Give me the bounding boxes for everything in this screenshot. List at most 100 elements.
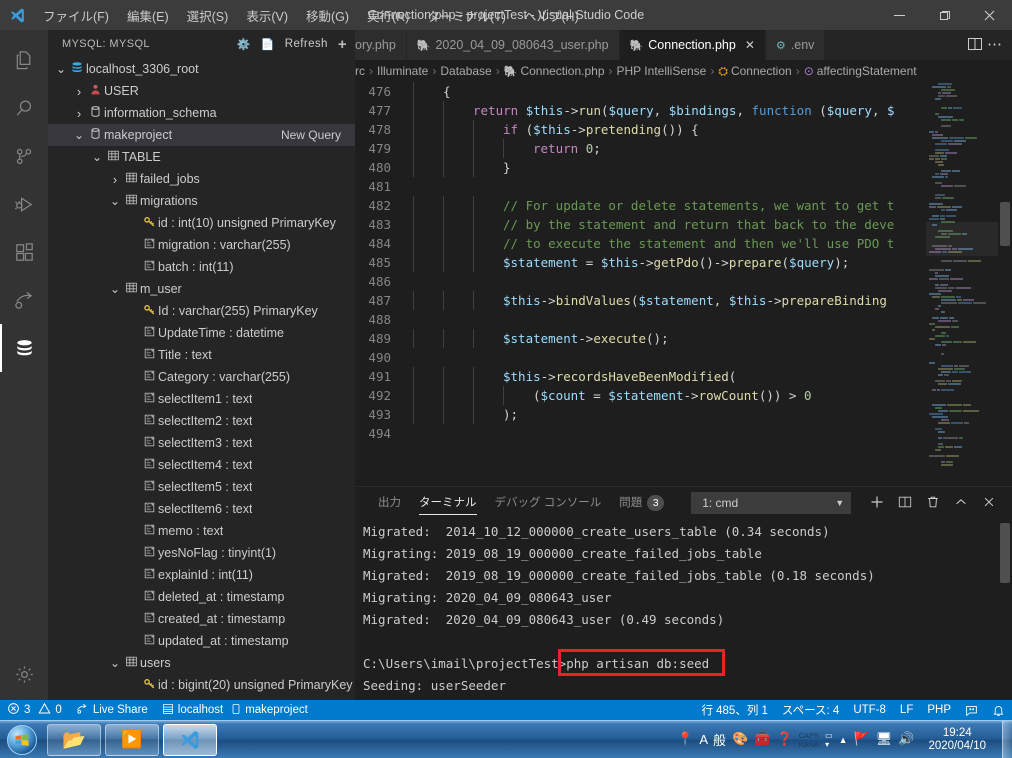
volume-icon[interactable]: 🔊 [898,732,914,747]
minimap[interactable] [926,82,998,486]
split-terminal-icon[interactable] [898,495,912,512]
chevron-right-icon[interactable]: › [108,172,122,187]
live-share-icon[interactable] [0,276,48,324]
collapse-panel-icon[interactable] [954,495,968,512]
tree-item[interactable]: › information_schema [48,102,355,124]
media-player-taskbar-button[interactable]: ▶️ [105,723,159,756]
close-panel-icon[interactable] [982,495,996,512]
chevron-down-icon[interactable]: ⌄ [54,62,68,76]
menu-run[interactable]: 実行(R) [358,2,418,29]
chevron-right-icon[interactable]: › [72,84,86,99]
chevron-down-icon[interactable]: ⌄ [72,128,86,142]
tab-env[interactable]: ⚙ .env [765,30,826,60]
show-hidden-icons-icon[interactable]: ▲ [839,735,848,745]
terminal-scrollbar-thumb[interactable] [1000,523,1010,583]
status-host[interactable]: localhost makeproject [155,700,315,720]
show-desktop-button[interactable] [1002,720,1012,758]
minimize-button[interactable] [877,0,922,30]
chevron-down-icon[interactable]: ⌄ [90,150,104,164]
more-actions-icon[interactable]: ⋯ [987,37,1002,52]
status-encoding[interactable]: UTF-8 [846,700,893,720]
tree-item[interactable]: Category : varchar(255) [48,366,355,388]
tree-item[interactable]: Id : varchar(255) PrimaryKey [48,300,355,322]
tree-item[interactable]: › failed_jobs [48,168,355,190]
tree-item[interactable]: batch : int(11) [48,256,355,278]
vscode-taskbar-button[interactable] [163,723,217,756]
tree-item[interactable]: selectItem2 : text [48,410,355,432]
explorer-taskbar-button[interactable]: 📂 [47,723,101,756]
database-icon[interactable] [0,324,48,372]
tree-item[interactable]: selectItem1 : text [48,388,355,410]
tree-item[interactable]: selectItem3 : text [48,432,355,454]
add-connection-button[interactable]: + [338,36,347,53]
tree-item[interactable]: yesNoFlag : tinyint(1) [48,542,355,564]
extensions-icon[interactable] [0,228,48,276]
kill-terminal-icon[interactable] [926,495,940,512]
explorer-icon[interactable] [0,36,48,84]
tree-item[interactable]: deleted_at : timestamp [48,586,355,608]
tree-item[interactable]: ⌄ users [48,652,355,674]
terminal-scrollbar[interactable] [998,519,1012,700]
menu-view[interactable]: 表示(V) [237,2,297,29]
breadcrumb-item-connection-class[interactable]: ⛭ Connection [718,64,791,79]
tree-item[interactable]: ⌄ m_user [48,278,355,300]
status-problems[interactable]: 3 0 [0,700,69,720]
tree-item[interactable]: Title : text [48,344,355,366]
tab-connection-php[interactable]: 🐘 Connection.php ✕ [619,30,766,60]
start-button[interactable] [2,723,42,757]
status-live-share[interactable]: Live Share [69,700,155,720]
refresh-button[interactable]: Refresh [285,38,328,50]
breadcrumb-item-affecting-statement[interactable]: ⊙ affectingStatement [804,64,917,78]
chevron-right-icon[interactable]: › [72,106,86,121]
status-indentation[interactable]: スペース: 4 [775,700,846,720]
tree-item[interactable]: id : bigint(20) unsigned PrimaryKey [48,674,355,696]
search-icon[interactable] [0,84,48,132]
editor-scrollbar-thumb[interactable] [1000,202,1010,246]
action-center-icon[interactable]: 🚩 [854,732,870,747]
tree-item[interactable]: updated_at : timestamp [48,630,355,652]
tree-item[interactable]: selectItem5 : text [48,476,355,498]
ime-expand-icon[interactable]: ▭ ▾ [825,731,833,749]
tab-ory-php[interactable]: ory.php [355,30,407,60]
ime-palette-icon[interactable]: 🎨 [732,732,748,747]
maximize-button[interactable] [922,0,967,30]
panel-tab-terminal[interactable]: ターミナル [410,487,486,519]
tree-item[interactable]: explainId : int(11) [48,564,355,586]
tree-item[interactable]: ⌄ localhost_3306_root [48,58,355,80]
menu-help[interactable]: ヘルプ(H) [515,2,588,29]
pin-icon[interactable]: 📍 [677,732,693,747]
breadcrumb-item-src[interactable]: rc [355,64,365,78]
breadcrumb-item-database[interactable]: Database [440,64,491,78]
tree-item[interactable]: memo : text [48,520,355,542]
code-editor[interactable]: 476 {477 return $this->run($query, $bindin… [355,82,1012,486]
tree-item[interactable]: created_at : timestamp [48,608,355,630]
tree-item[interactable]: migration : varchar(255) [48,234,355,256]
menu-terminal[interactable]: ターミナル(T) [418,2,514,29]
status-language-mode[interactable]: PHP [920,700,958,720]
tree-item[interactable]: ⌄ makeproject New Query [48,124,355,146]
panel-tab-debug-console[interactable]: デバッグ コンソール [486,487,611,519]
tree-item[interactable]: ⌄ TABLE [48,146,355,168]
menu-edit[interactable]: 編集(E) [118,2,178,29]
minimap-slider[interactable] [926,222,998,256]
tree-item[interactable]: › USER [48,80,355,102]
ime-tools-icon[interactable]: 🧰 [754,732,770,747]
breadcrumb-item-connection-php[interactable]: 🐘 Connection.php [504,64,605,78]
tree-item[interactable]: selectItem6 : text [48,498,355,520]
gear-icon[interactable] [0,652,48,700]
breadcrumb-item-php-intellisense[interactable]: PHP IntelliSense [617,64,707,78]
panel-tab-problems[interactable]: 問題 3 [610,487,673,519]
tab-2020-04-09-080643-user-php[interactable]: 🐘 2020_04_09_080643_user.php [406,30,620,60]
terminal-output[interactable]: Migrated: 2014_10_12_000000_create_users… [355,519,1012,700]
new-terminal-icon[interactable] [870,495,884,512]
help-icon[interactable]: ❓ [776,732,792,747]
chevron-down-icon[interactable]: ⌄ [108,656,122,670]
new-query-button[interactable]: New Query [281,128,355,142]
panel-tab-output[interactable]: 出力 [369,487,410,519]
new-file-icon[interactable]: 📄 [261,38,275,51]
terminal-selector-dropdown[interactable]: 1: cmd ▼ [691,492,852,514]
ime-indicator[interactable]: A 般 [699,730,726,749]
tree-item[interactable]: ⌄ migrations [48,190,355,212]
run-debug-icon[interactable] [0,180,48,228]
clock[interactable]: 19:24 2020/04/10 [920,727,994,753]
